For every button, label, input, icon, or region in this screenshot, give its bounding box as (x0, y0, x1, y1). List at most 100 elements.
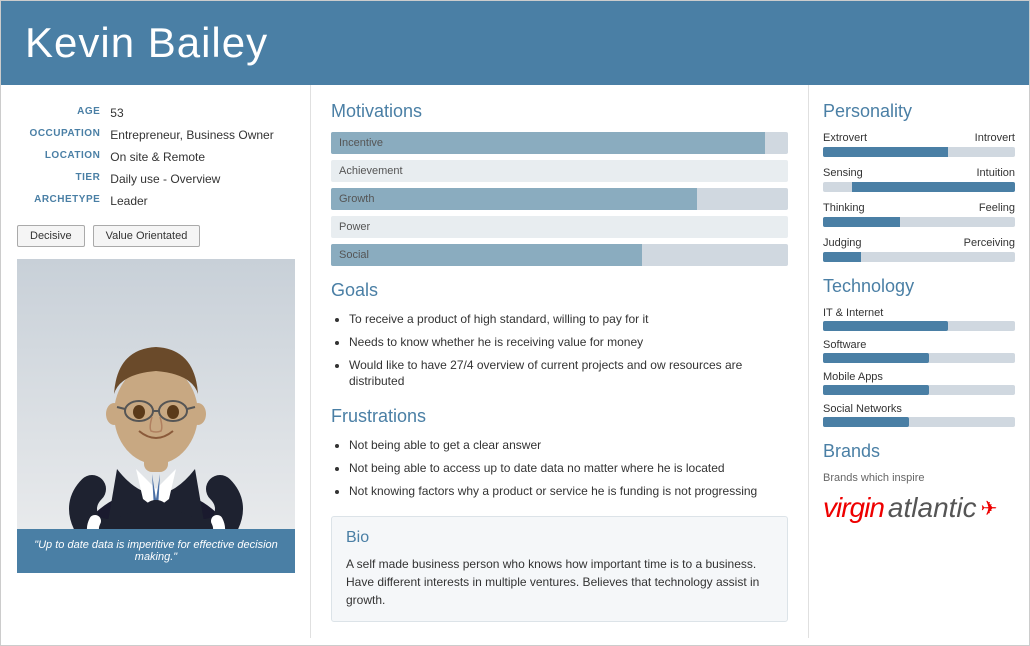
brands-section: Brands Brands which inspire virgin atlan… (823, 441, 1015, 524)
info-label: AGE (19, 103, 104, 123)
motivations-title: Motivations (331, 101, 788, 122)
goal-item: To receive a product of high standard, w… (349, 311, 788, 328)
header: Kevin Bailey (1, 1, 1029, 85)
motivation-bar-row: Social (331, 244, 788, 266)
motivation-bar-row: Achievement (331, 160, 788, 182)
personality-section: Personality Extrovert Introvert Sensing … (823, 101, 1015, 262)
info-value: Daily use - Overview (106, 169, 292, 189)
personality-row: Judging Perceiving (823, 237, 1015, 262)
goal-item: Needs to know whether he is receiving va… (349, 334, 788, 351)
motivation-bar-fill (331, 132, 765, 154)
brands-title: Brands (823, 441, 1015, 462)
tech-bar-bg (823, 321, 1015, 331)
info-row: LOCATIONOn site & Remote (19, 147, 292, 167)
frustration-item: Not being able to access up to date data… (349, 460, 788, 477)
technology-section: Technology IT & Internet Software Mobile… (823, 276, 1015, 427)
goal-item: Would like to have 27/4 overview of curr… (349, 357, 788, 391)
personality-left-label: Judging (823, 237, 862, 249)
frustrations-section: Frustrations Not being able to get a cle… (331, 406, 788, 499)
slider-track (823, 252, 1015, 262)
avatar-area: "Up to date data is imperitive for effec… (17, 259, 294, 573)
info-row: OCCUPATIONEntrepreneur, Business Owner (19, 125, 292, 145)
slider-track (823, 217, 1015, 227)
info-row: ARCHETYPELeader (19, 191, 292, 211)
motivation-bar-label: Social (339, 249, 369, 261)
personality-labels: Sensing Intuition (823, 167, 1015, 179)
tech-row: Software (823, 339, 1015, 363)
tech-label: Social Networks (823, 403, 1015, 415)
info-label: LOCATION (19, 147, 104, 167)
motivation-bar-bg: Social (331, 244, 788, 266)
motivation-bar-alt: Power (331, 216, 788, 238)
motivation-bar-label: Incentive (339, 137, 383, 149)
page-wrapper: Kevin Bailey AGE53OCCUPATIONEntrepreneur… (0, 0, 1030, 646)
motivation-bar-fill (331, 188, 697, 210)
motivation-bar-row: Incentive (331, 132, 788, 154)
info-value: Entrepreneur, Business Owner (106, 125, 292, 145)
info-row: TIERDaily use - Overview (19, 169, 292, 189)
virgin-atlantic-logo: virgin atlantic ✈ (823, 492, 1015, 524)
info-value: On site & Remote (106, 147, 292, 167)
atlantic-text: atlantic (888, 492, 977, 524)
body-content: AGE53OCCUPATIONEntrepreneur, Business Ow… (1, 85, 1029, 638)
motivation-bar-bg: Growth (331, 188, 788, 210)
technology-title: Technology (823, 276, 1015, 297)
info-row: AGE53 (19, 103, 292, 123)
tech-row: Mobile Apps (823, 371, 1015, 395)
tech-bars: IT & Internet Software Mobile Apps Socia… (823, 307, 1015, 427)
personality-right-label: Perceiving (964, 237, 1015, 249)
goals-section: Goals To receive a product of high stand… (331, 280, 788, 390)
person-name: Kevin Bailey (25, 19, 1005, 67)
frustration-item: Not knowing factors why a product or ser… (349, 483, 788, 500)
personality-left-label: Extrovert (823, 132, 867, 144)
tag-decisive[interactable]: Decisive (17, 225, 85, 247)
tech-bar-fill (823, 321, 948, 331)
motivation-bar-fill (331, 244, 642, 266)
motivation-bar-row: Power (331, 216, 788, 238)
personality-row: Thinking Feeling (823, 202, 1015, 227)
tech-label: Mobile Apps (823, 371, 1015, 383)
info-label: OCCUPATION (19, 125, 104, 145)
motivation-bars: Incentive Achievement Growth Power Socia… (331, 132, 788, 266)
right-column: Personality Extrovert Introvert Sensing … (809, 85, 1029, 638)
personality-right-label: Intuition (976, 167, 1015, 179)
motivation-bar-row: Growth (331, 188, 788, 210)
left-column: AGE53OCCUPATIONEntrepreneur, Business Ow… (1, 85, 311, 638)
tech-bar-bg (823, 417, 1015, 427)
motivation-bar-bg: Incentive (331, 132, 788, 154)
personality-labels: Thinking Feeling (823, 202, 1015, 214)
tech-bar-fill (823, 385, 929, 395)
personality-traits: Extrovert Introvert Sensing Intuition Th… (823, 132, 1015, 262)
middle-column: Motivations Incentive Achievement Growth… (311, 85, 809, 638)
tech-label: Software (823, 339, 1015, 351)
tech-row: Social Networks (823, 403, 1015, 427)
personality-right-label: Introvert (975, 132, 1015, 144)
personality-left-label: Thinking (823, 202, 865, 214)
personality-row: Sensing Intuition (823, 167, 1015, 192)
slider-track (823, 147, 1015, 157)
personality-right-label: Feeling (979, 202, 1015, 214)
quote-box: "Up to date data is imperitive for effec… (17, 529, 295, 573)
frustration-item: Not being able to get a clear answer (349, 437, 788, 454)
info-label: TIER (19, 169, 104, 189)
motivation-bar-label: Growth (339, 193, 374, 205)
tag-value-orientated[interactable]: Value Orientated (93, 225, 201, 247)
motivation-bar-alt: Achievement (331, 160, 788, 182)
info-value: 53 (106, 103, 292, 123)
tech-row: IT & Internet (823, 307, 1015, 331)
goals-list: To receive a product of high standard, w… (331, 311, 788, 390)
motivations-section: Motivations Incentive Achievement Growth… (331, 101, 788, 266)
personality-title: Personality (823, 101, 1015, 122)
tech-label: IT & Internet (823, 307, 1015, 319)
goals-title: Goals (331, 280, 788, 301)
slider-track (823, 182, 1015, 192)
tech-bar-bg (823, 385, 1015, 395)
personality-labels: Extrovert Introvert (823, 132, 1015, 144)
frustrations-title: Frustrations (331, 406, 788, 427)
virgin-text: virgin (823, 492, 884, 524)
personality-row: Extrovert Introvert (823, 132, 1015, 157)
tech-bar-fill (823, 353, 929, 363)
personality-left-label: Sensing (823, 167, 863, 179)
person-svg (17, 259, 295, 529)
va-swoosh-icon: ✈ (981, 496, 998, 521)
